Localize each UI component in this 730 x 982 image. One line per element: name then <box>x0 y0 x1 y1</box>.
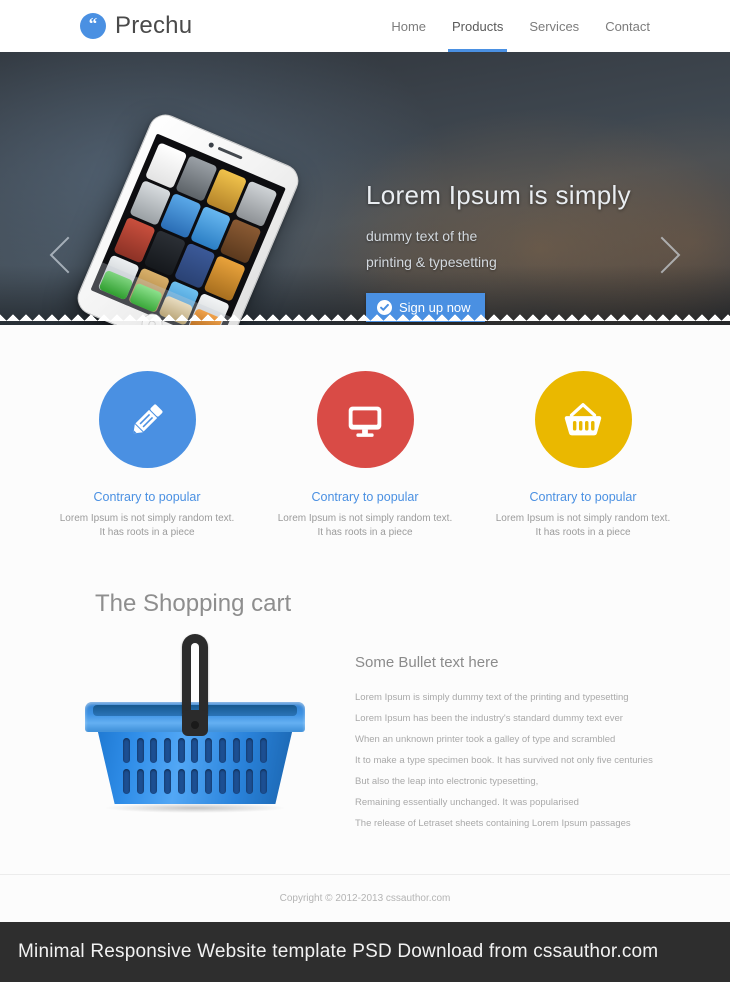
shopping-basket-image <box>75 634 315 813</box>
feature-text-line1: Lorem Ipsum is not simply random text. <box>277 513 453 524</box>
feature-text-line1: Lorem Ipsum is not simply random text. <box>59 513 235 524</box>
basket-slot-row <box>123 738 267 763</box>
monitor-icon <box>316 371 414 468</box>
feature-title: Contrary to popular <box>93 490 201 504</box>
basket-icon <box>534 371 632 468</box>
site-header: “ Prechu Home Products Services Contact <box>0 0 730 52</box>
feature-card-basket: Contrary to popular Lorem Ipsum is not s… <box>474 371 692 540</box>
feature-card-pencil: Contrary to popular Lorem Ipsum is not s… <box>38 371 256 540</box>
hero-copy: Lorem Ipsum is simply dummy text of the … <box>366 180 631 322</box>
bullet-item: Remaining essentially unchanged. It was … <box>355 797 579 808</box>
feature-text-line2: It has roots in a piece <box>317 527 413 538</box>
bullet-item: But also the leap into electronic typese… <box>355 776 539 787</box>
logo[interactable]: “ Prechu <box>80 12 192 40</box>
shopping-cart-section: The Shopping cart Some Bullet text here … <box>0 568 730 874</box>
hero-title: Lorem Ipsum is simply <box>366 180 631 210</box>
basket-shadow <box>103 803 287 813</box>
basket-body <box>97 728 293 804</box>
main-nav: Home Products Services Contact <box>391 0 650 52</box>
shopping-cart-body: Some Bullet text here Lorem Ipsum is sim… <box>0 624 730 834</box>
promo-banner-text: Minimal Responsive Website template PSD … <box>18 941 659 962</box>
zigzag-divider <box>0 314 730 325</box>
logo-text: Prechu <box>115 12 193 39</box>
bullets-title: Some Bullet text here <box>355 654 499 671</box>
nav-item-contact[interactable]: Contact <box>605 0 650 52</box>
phone-screen <box>90 133 286 325</box>
basket-slot-row <box>123 769 267 794</box>
copyright-text: Copyright © 2012-2013 cssauthor.com <box>279 893 451 904</box>
promo-banner: Minimal Responsive Website template PSD … <box>0 922 730 982</box>
check-circle-icon <box>377 300 392 315</box>
bullet-item: Lorem Ipsum has been the industry's stan… <box>355 713 623 724</box>
nav-item-services[interactable]: Services <box>529 0 579 52</box>
hero-subtitle-line2: printing & typesetting <box>366 254 497 270</box>
phone-body <box>72 109 304 325</box>
quote-icon: “ <box>80 13 106 39</box>
bullet-item: The release of Letraset sheets containin… <box>355 818 631 829</box>
iphone-product-image <box>72 109 304 325</box>
feature-title: Contrary to popular <box>311 490 419 504</box>
bullets-block: Some Bullet text here Lorem Ipsum is sim… <box>315 624 653 834</box>
feature-text-line2: It has roots in a piece <box>535 527 631 538</box>
bullet-item: It to make a type specimen book. It has … <box>355 755 653 766</box>
pencil-icon <box>98 371 196 468</box>
basket-handle <box>182 634 208 716</box>
feature-text-line2: It has roots in a piece <box>99 527 195 538</box>
bullet-item: Lorem Ipsum is simply dummy text of the … <box>355 692 629 703</box>
site-footer: Copyright © 2012-2013 cssauthor.com <box>0 874 730 922</box>
shopping-cart-title: The Shopping cart <box>95 590 292 617</box>
feature-text-line1: Lorem Ipsum is not simply random text. <box>495 513 671 524</box>
bullet-item: When an unknown printer took a galley of… <box>355 734 616 745</box>
feature-card-monitor: Contrary to popular Lorem Ipsum is not s… <box>256 371 474 540</box>
chevron-left-icon[interactable] <box>49 236 87 274</box>
chevron-right-icon[interactable] <box>643 236 681 274</box>
features-section: Contrary to popular Lorem Ipsum is not s… <box>0 325 730 568</box>
nav-item-home[interactable]: Home <box>391 0 426 52</box>
nav-item-products[interactable]: Products <box>447 0 508 52</box>
feature-title: Contrary to popular <box>529 490 637 504</box>
hero-subtitle-line1: dummy text of the <box>366 228 478 244</box>
hero-slider: Lorem Ipsum is simply dummy text of the … <box>0 52 730 325</box>
sign-up-button-label: Sign up now <box>399 300 471 315</box>
